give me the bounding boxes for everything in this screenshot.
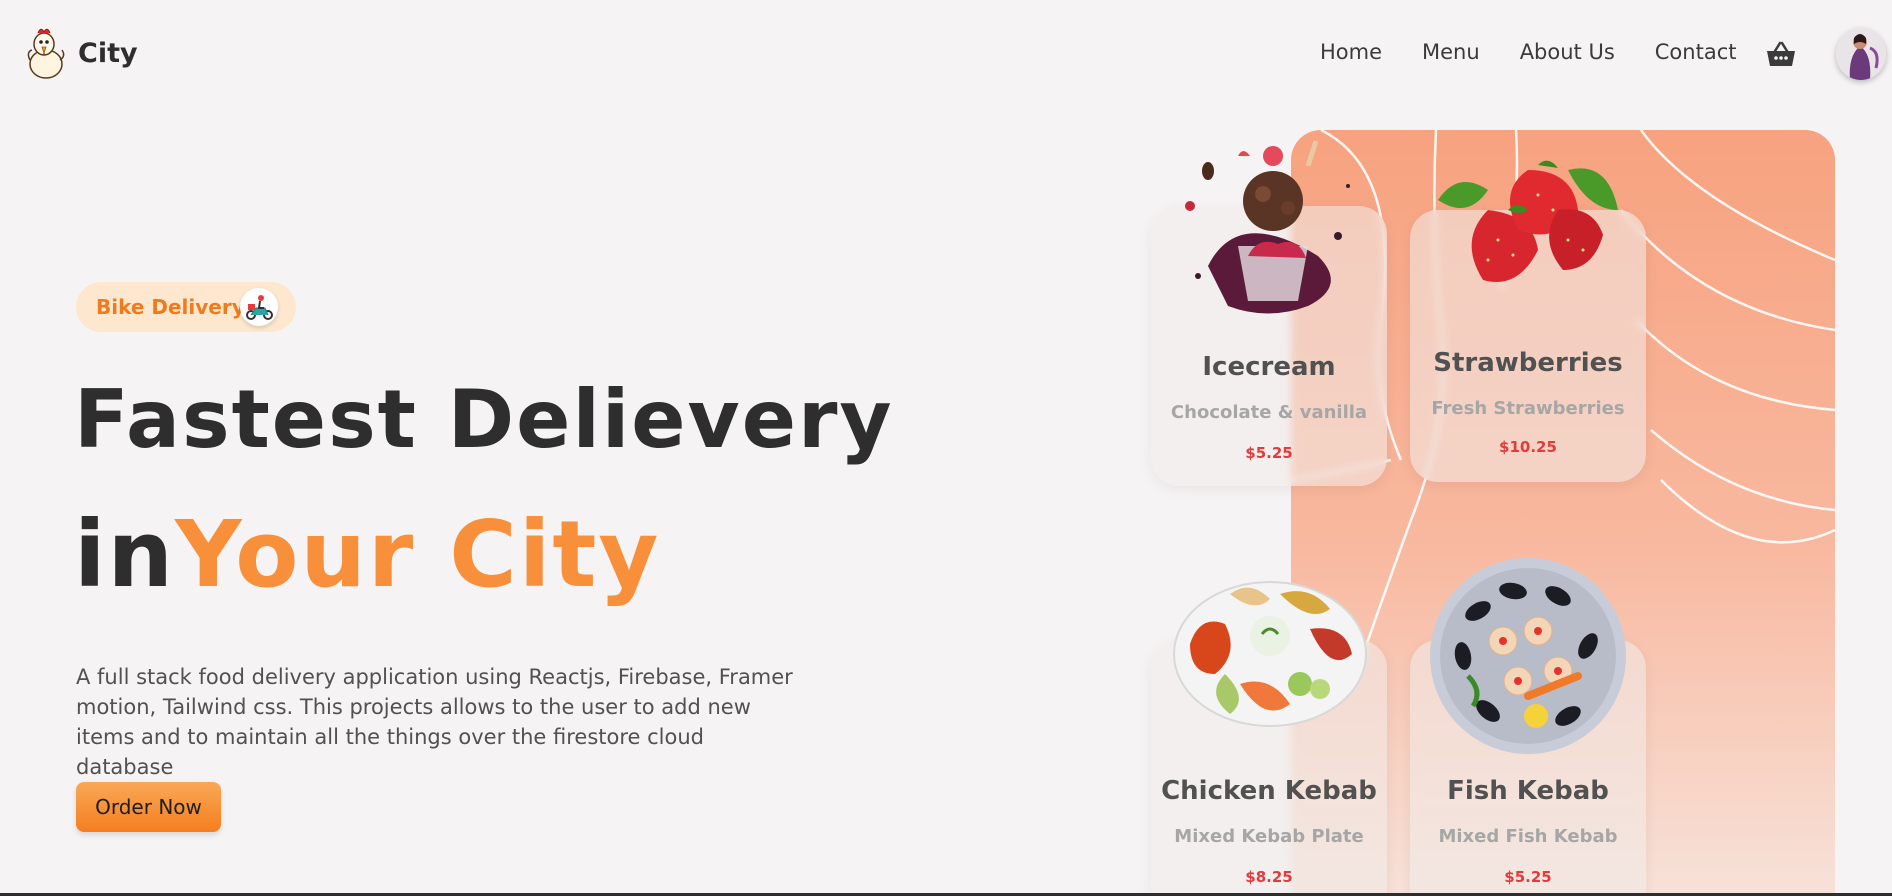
basket-icon[interactable] xyxy=(1766,40,1796,68)
card-subtitle: Mixed Kebab Plate xyxy=(1174,826,1364,847)
user-avatar[interactable] xyxy=(1836,28,1886,80)
nav-menu[interactable]: Menu xyxy=(1422,40,1480,64)
fish-kebab-image xyxy=(1430,558,1626,754)
nav-about-us[interactable]: About Us xyxy=(1520,40,1615,64)
card-subtitle: Fresh Strawberries xyxy=(1431,398,1625,419)
strawberries-image xyxy=(1438,160,1618,282)
card-price: $8.25 xyxy=(1245,868,1293,886)
headline-in: in xyxy=(74,501,176,608)
brand-name: City xyxy=(78,37,138,69)
hero-description: A full stack food delivery application u… xyxy=(76,665,793,779)
card-title: Fish Kebab xyxy=(1447,776,1609,806)
brand-logo[interactable]: City xyxy=(24,26,138,80)
order-now-button[interactable]: Order Now xyxy=(76,782,221,832)
card-subtitle: Mixed Fish Kebab xyxy=(1438,826,1618,847)
card-title: Chicken Kebab xyxy=(1161,776,1377,806)
chicken-logo-icon xyxy=(27,28,65,79)
card-title: Icecream xyxy=(1202,352,1336,382)
headline-your-city: Your City xyxy=(175,501,661,608)
top-navbar: City Home Menu About Us Contact xyxy=(0,0,1892,108)
card-title: Strawberries xyxy=(1433,348,1623,378)
chicken-kebab-image xyxy=(1173,581,1367,727)
main-nav: Home Menu About Us Contact xyxy=(1320,40,1736,64)
card-price: $5.25 xyxy=(1245,444,1293,462)
card-price: $10.25 xyxy=(1499,438,1557,456)
hero-headline-line2: inYour City xyxy=(74,500,660,610)
hero-headline-line1: Fastest Delievery xyxy=(74,373,894,466)
card-subtitle: Chocolate & vanilla xyxy=(1170,402,1368,423)
bike-delivery-badge: Bike Delivery xyxy=(76,282,296,332)
scooter-icon xyxy=(240,288,278,326)
nav-home[interactable]: Home xyxy=(1320,40,1382,64)
nav-contact[interactable]: Contact xyxy=(1655,40,1737,64)
avatar-photo-icon xyxy=(1836,28,1886,80)
badge-label: Bike Delivery xyxy=(96,295,245,319)
icecream-image xyxy=(1185,140,1350,314)
card-price: $5.25 xyxy=(1504,868,1552,886)
